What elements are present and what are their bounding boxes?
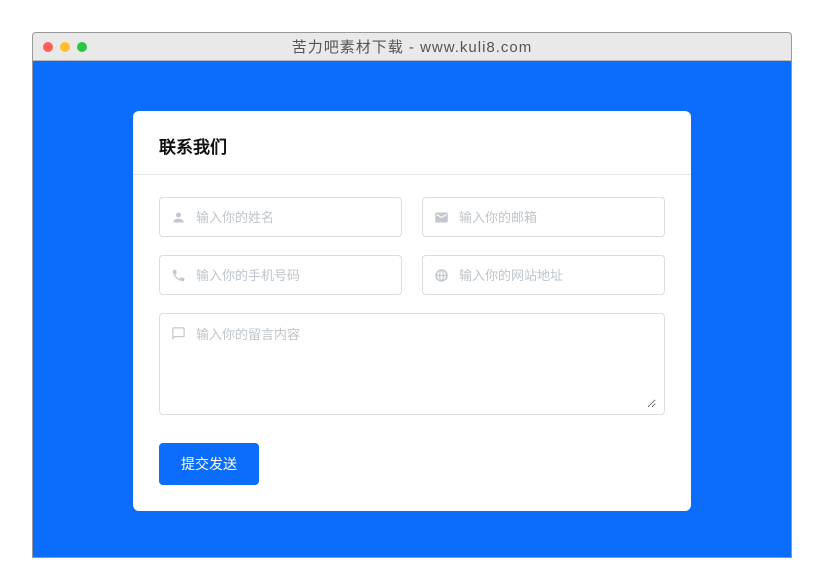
site-field[interactable] (422, 255, 665, 295)
divider (133, 174, 691, 175)
email-field[interactable] (422, 197, 665, 237)
chat-icon (160, 324, 196, 408)
name-field[interactable] (159, 197, 402, 237)
title-bar: 苦力吧素材下载 - www.kuli8.com (33, 33, 791, 61)
submit-button[interactable]: 提交发送 (159, 443, 259, 485)
phone-input[interactable] (196, 256, 401, 294)
message-field[interactable] (159, 313, 665, 415)
envelope-icon (423, 210, 459, 225)
message-input[interactable] (196, 324, 656, 408)
user-icon (160, 210, 196, 225)
contact-card: 联系我们 (133, 111, 691, 511)
maximize-icon[interactable] (77, 42, 87, 52)
form-heading: 联系我们 (159, 133, 665, 158)
browser-window: 苦力吧素材下载 - www.kuli8.com 联系我们 (32, 32, 792, 558)
page-body: 联系我们 (33, 61, 791, 557)
globe-icon (423, 268, 459, 283)
name-input[interactable] (196, 198, 401, 236)
close-icon[interactable] (43, 42, 53, 52)
window-title: 苦力吧素材下载 - www.kuli8.com (33, 36, 791, 57)
phone-field[interactable] (159, 255, 402, 295)
site-input[interactable] (459, 256, 664, 294)
minimize-icon[interactable] (60, 42, 70, 52)
phone-icon (160, 268, 196, 283)
window-controls (43, 42, 87, 52)
email-input[interactable] (459, 198, 664, 236)
